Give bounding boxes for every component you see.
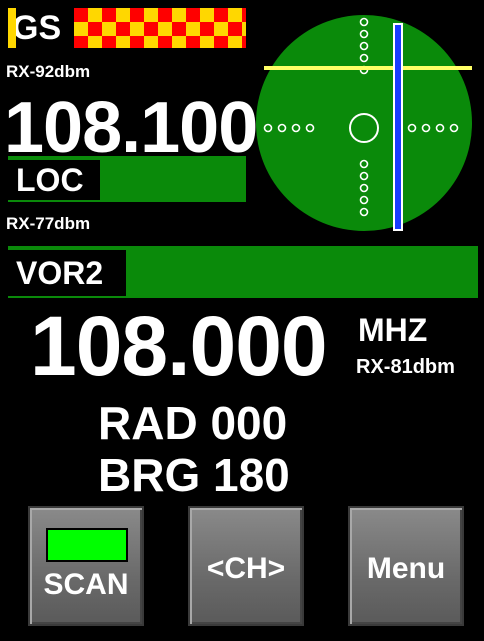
flag-cell bbox=[74, 36, 88, 48]
loc-rx-level: RX-77dbm bbox=[6, 214, 91, 233]
flag-cell bbox=[116, 8, 130, 22]
flag-cell bbox=[200, 36, 214, 48]
flag-cell bbox=[130, 8, 144, 22]
flag-cell bbox=[158, 22, 172, 36]
flag-cell bbox=[74, 22, 88, 36]
vor-frequency: 108.000 bbox=[30, 299, 328, 393]
flag-cell bbox=[102, 36, 116, 48]
flag-cell bbox=[158, 8, 172, 22]
flag-cell bbox=[186, 8, 200, 22]
flag-cell bbox=[74, 8, 88, 22]
flag-cell bbox=[214, 22, 228, 36]
nav-frequency: 108.100 bbox=[4, 88, 258, 168]
flag-cell bbox=[102, 8, 116, 22]
flag-cell bbox=[228, 36, 242, 48]
flag-cell bbox=[186, 36, 200, 48]
flag-cell bbox=[144, 22, 158, 36]
bearing-readout: BRG 180 bbox=[98, 449, 290, 501]
flag-cell bbox=[214, 36, 228, 48]
flag-cell bbox=[172, 8, 186, 22]
flag-cell bbox=[130, 22, 144, 36]
indicator-dial bbox=[256, 15, 472, 231]
flag-cell bbox=[200, 22, 214, 36]
flag-cell bbox=[172, 22, 186, 36]
flag-cell bbox=[158, 36, 172, 48]
vor-label: VOR2 bbox=[8, 250, 126, 296]
flag-cell bbox=[144, 8, 158, 22]
menu-button[interactable]: Menu bbox=[348, 506, 464, 626]
flag-cell bbox=[102, 22, 116, 36]
frequency-unit: MHZ bbox=[358, 312, 428, 348]
radial-readout: RAD 000 bbox=[98, 397, 288, 449]
scan-button-label: SCAN bbox=[43, 568, 129, 601]
flag-cell bbox=[88, 22, 102, 36]
channel-button[interactable]: <CH> bbox=[188, 506, 304, 626]
ils-indicator bbox=[256, 15, 472, 231]
localizer-needle bbox=[393, 23, 403, 231]
flag-cell bbox=[172, 36, 186, 48]
gs-warning-flag bbox=[74, 8, 246, 48]
flag-cell bbox=[200, 8, 214, 22]
flag-cell bbox=[116, 36, 130, 48]
scan-button[interactable]: SCAN bbox=[28, 506, 144, 626]
loc-label: LOC bbox=[8, 160, 100, 200]
gs-flag-edge bbox=[8, 8, 16, 48]
flag-cell bbox=[144, 36, 158, 48]
vor-rx-level: RX-81dbm bbox=[356, 356, 455, 378]
channel-button-label: <CH> bbox=[206, 552, 286, 585]
gs-rx-level: RX-92dbm bbox=[6, 62, 91, 81]
scan-active-indicator bbox=[46, 528, 128, 562]
flag-cell bbox=[214, 8, 228, 22]
menu-button-label: Menu bbox=[366, 552, 446, 585]
gs-label: GS bbox=[8, 8, 74, 48]
flag-cell bbox=[130, 36, 144, 48]
flag-cell bbox=[88, 8, 102, 22]
flag-cell bbox=[116, 22, 130, 36]
flag-cell bbox=[186, 22, 200, 36]
flag-cell bbox=[88, 36, 102, 48]
flag-cell bbox=[228, 8, 242, 22]
flag-cell bbox=[228, 22, 242, 36]
